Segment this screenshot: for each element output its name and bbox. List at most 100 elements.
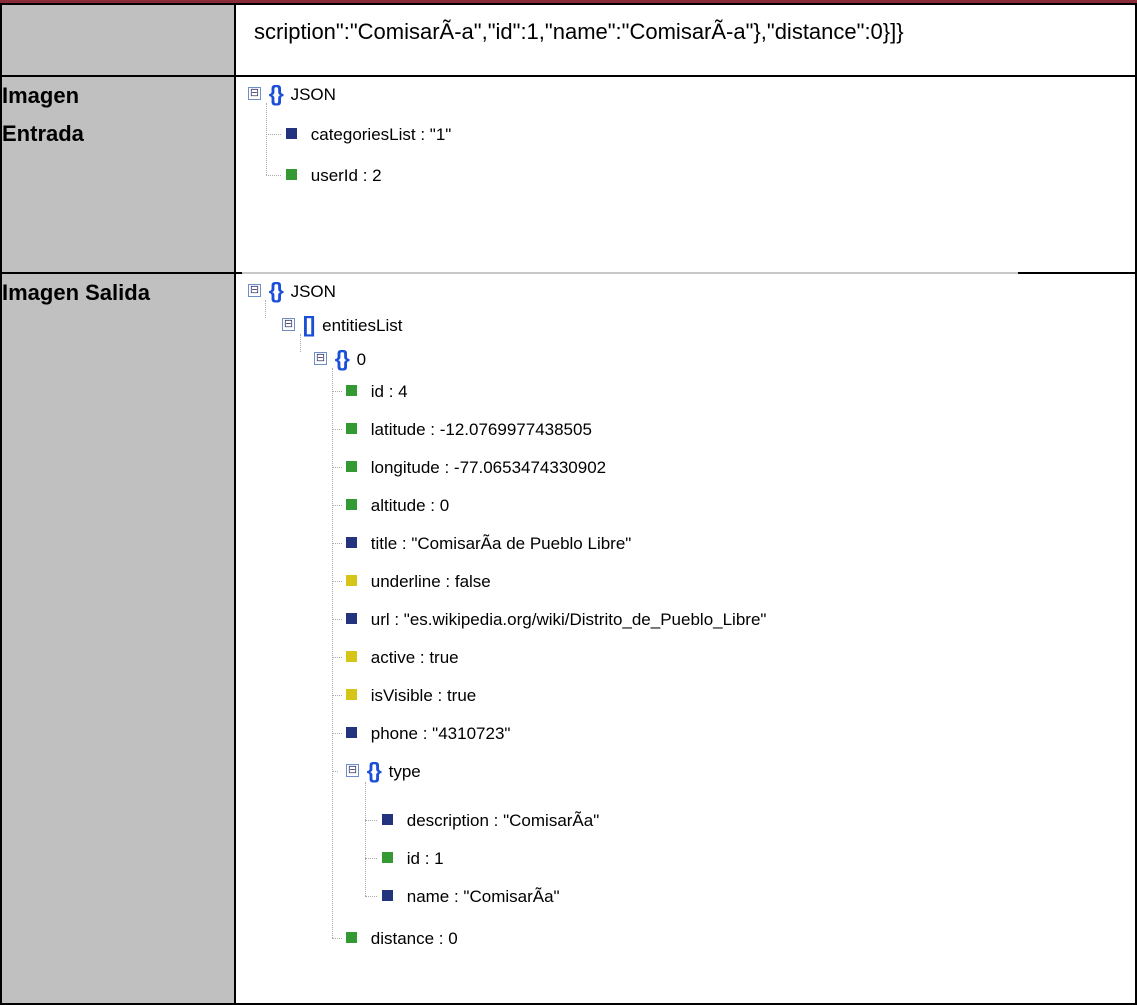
- tree-guide-line: [266, 134, 281, 135]
- tree-leaf-label: latitude : -12.0769977438505: [370, 419, 592, 439]
- tree-guide-line: [365, 820, 377, 821]
- tree-leaf[interactable]: name : "ComisarÃa": [382, 884, 560, 908]
- tree-guide-line: [332, 391, 342, 392]
- object-brace-icon: {}: [366, 757, 382, 783]
- value-bullet-icon: [346, 932, 357, 944]
- label-input-line1: Imagen: [2, 83, 80, 108]
- tree-leaf[interactable]: description : "ComisarÃa": [382, 808, 599, 832]
- input-tree-cell: ⊟ {} JSON categoriesList : "1" userId : …: [234, 75, 1137, 274]
- output-json-tree: ⊟ {} JSON ⊟ [] entitiesList ⊟ {} 0 id : …: [236, 272, 1135, 996]
- tree-node-root[interactable]: ⊟ {} JSON: [248, 80, 336, 106]
- value-bullet-icon: [346, 575, 357, 587]
- tree-guide-line: [365, 896, 377, 897]
- tree-leaf[interactable]: phone : "4310723": [346, 721, 510, 745]
- array-bracket-icon: []: [302, 311, 316, 337]
- label-cell-empty: [0, 3, 236, 77]
- value-bullet-icon: [382, 814, 393, 826]
- value-bullet-icon: [286, 169, 297, 181]
- collapse-toggle-icon[interactable]: ⊟: [314, 352, 327, 366]
- value-bullet-icon: [346, 385, 357, 397]
- value-bullet-icon: [382, 852, 393, 864]
- object-brace-icon: {}: [268, 80, 284, 106]
- tree-leaf-label: distance : 0: [370, 928, 458, 948]
- value-bullet-icon: [286, 128, 297, 140]
- document-table: scription":"ComisarÃ-a","id":1,"name":"C…: [0, 3, 1137, 1005]
- tree-leaf[interactable]: id : 1: [382, 846, 444, 870]
- tree-guide-line: [332, 368, 333, 938]
- tree-leaf-label: userId : 2: [310, 165, 382, 185]
- object-brace-icon: {}: [334, 345, 350, 371]
- value-bullet-icon: [346, 423, 357, 435]
- tree-guide-line: [365, 782, 366, 896]
- collapse-toggle-icon[interactable]: ⊟: [282, 318, 295, 332]
- tree-node-label: entitiesList: [322, 315, 403, 335]
- collapse-toggle-icon[interactable]: ⊟: [248, 87, 261, 101]
- tree-leaf-label: title : "ComisarÃa de Pueblo Libre": [370, 533, 632, 553]
- value-bullet-icon: [346, 651, 357, 663]
- tree-guide-line: [332, 695, 342, 696]
- collapse-toggle-icon[interactable]: ⊟: [346, 764, 359, 778]
- json-text: scription":"ComisarÃ-a","id":1,"name":"C…: [254, 19, 904, 44]
- tree-leaf-label: url : "es.wikipedia.org/wiki/Distrito_de…: [370, 609, 767, 629]
- tree-leaf[interactable]: underline : false: [346, 569, 491, 593]
- tree-guide-line: [365, 858, 377, 859]
- label-input-line2: Entrada: [2, 121, 84, 146]
- value-bullet-icon: [346, 613, 357, 625]
- tree-node-label: JSON: [290, 281, 336, 301]
- tree-leaf[interactable]: id : 4: [346, 379, 408, 403]
- tree-guide-line: [332, 657, 342, 658]
- output-tree-cell: ⊟ {} JSON ⊟ [] entitiesList ⊟ {} 0 id : …: [234, 272, 1137, 1005]
- tree-leaf[interactable]: longitude : -77.0653474330902: [346, 455, 606, 479]
- tree-node-root[interactable]: ⊟ {} JSON: [248, 277, 336, 303]
- tree-leaf-label: altitude : 0: [370, 495, 450, 515]
- page-cut-line: [242, 272, 1018, 274]
- tree-node-entities-list[interactable]: ⊟ [] entitiesList: [282, 311, 403, 337]
- value-bullet-icon: [346, 499, 357, 511]
- tree-leaf[interactable]: distance : 0: [346, 926, 458, 950]
- tree-leaf[interactable]: url : "es.wikipedia.org/wiki/Distrito_de…: [346, 607, 766, 631]
- tree-leaf-label: longitude : -77.0653474330902: [370, 457, 607, 477]
- label-output: Imagen Salida: [2, 280, 150, 305]
- tree-leaf-label: underline : false: [370, 571, 491, 591]
- tree-guide-line: [332, 938, 342, 939]
- table-row-json-tail: scription":"ComisarÃ-a","id":1,"name":"C…: [0, 3, 1137, 77]
- value-bullet-icon: [346, 461, 357, 473]
- tree-node-type[interactable]: ⊟ {} type: [346, 757, 421, 783]
- object-brace-icon: {}: [268, 277, 284, 303]
- tree-leaf[interactable]: active : true: [346, 645, 459, 669]
- tree-node-label: 0: [356, 349, 367, 369]
- value-bullet-icon: [346, 537, 357, 549]
- tree-leaf[interactable]: isVisible : true: [346, 683, 476, 707]
- value-bullet-icon: [346, 727, 357, 739]
- tree-leaf-label: description : "ComisarÃa": [406, 810, 600, 830]
- tree-node-label: JSON: [290, 84, 336, 104]
- tree-leaf-label: phone : "4310723": [370, 723, 511, 743]
- input-json-tree: ⊟ {} JSON categoriesList : "1" userId : …: [236, 77, 1135, 267]
- tree-leaf-label: name : "ComisarÃa": [406, 886, 560, 906]
- tree-guide-line: [266, 103, 267, 175]
- tree-leaf[interactable]: title : "ComisarÃa de Pueblo Libre": [346, 531, 631, 555]
- collapse-toggle-icon[interactable]: ⊟: [248, 284, 261, 298]
- tree-leaf[interactable]: categoriesList : "1": [286, 122, 451, 146]
- tree-guide-line: [332, 771, 338, 772]
- label-cell-input: Imagen Entrada: [0, 75, 236, 274]
- tree-node-entity-0[interactable]: ⊟ {} 0: [314, 345, 367, 371]
- tree-leaf-label: id : 4: [370, 381, 408, 401]
- tree-guide-line: [332, 543, 342, 544]
- tree-leaf[interactable]: latitude : -12.0769977438505: [346, 417, 592, 441]
- value-bullet-icon: [346, 689, 357, 701]
- tree-guide-line: [332, 467, 342, 468]
- tree-guide-line: [332, 581, 342, 582]
- json-text-cell: scription":"ComisarÃ-a","id":1,"name":"C…: [234, 3, 1137, 77]
- tree-guide-line: [332, 505, 342, 506]
- tree-guide-line: [332, 733, 342, 734]
- table-row-input: Imagen Entrada ⊟ {} JSON categoriesList …: [0, 75, 1137, 274]
- tree-node-label: type: [388, 761, 421, 781]
- tree-leaf-label: active : true: [370, 647, 459, 667]
- tree-leaf-label: id : 1: [406, 848, 444, 868]
- tree-leaf[interactable]: altitude : 0: [346, 493, 449, 517]
- tree-leaf[interactable]: userId : 2: [286, 163, 382, 187]
- tree-guide-line: [332, 619, 342, 620]
- table-row-output: Imagen Salida ⊟ {} JSON ⊟ [] entitiesLis…: [0, 272, 1137, 1005]
- tree-leaf-label: isVisible : true: [370, 685, 477, 705]
